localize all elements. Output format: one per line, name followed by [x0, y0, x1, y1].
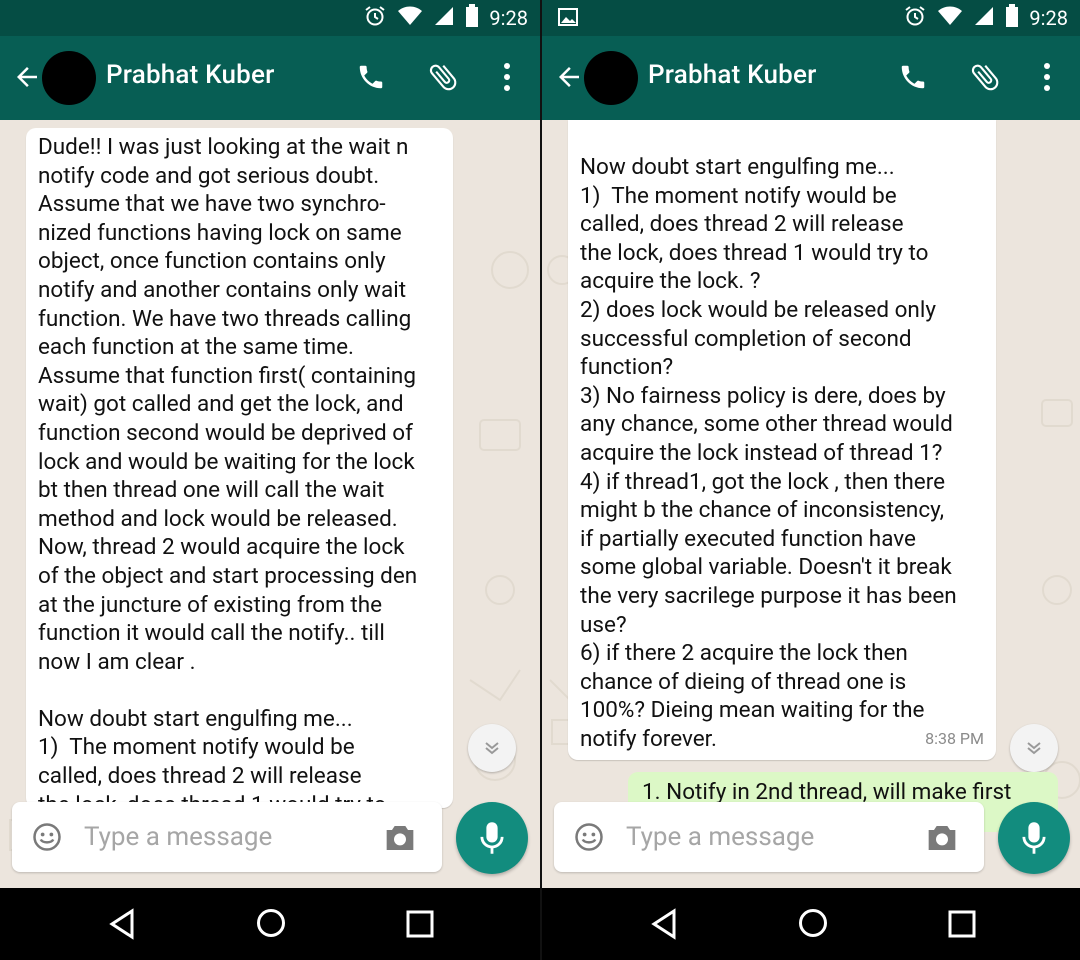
status-time: 9:28: [489, 6, 528, 30]
alarm-icon: [363, 4, 387, 33]
system-nav-bar: [0, 888, 540, 960]
camera-icon[interactable]: [926, 824, 958, 852]
nav-recent-apps-icon[interactable]: [948, 910, 976, 938]
nav-back-icon[interactable]: [108, 908, 136, 940]
avatar[interactable]: [42, 51, 96, 105]
contact-name[interactable]: Prabhat Kuber: [648, 60, 816, 90]
signal-icon: [433, 5, 455, 32]
voice-message-button[interactable]: [456, 802, 528, 874]
signal-icon: [973, 5, 995, 32]
avatar[interactable]: [584, 51, 638, 105]
message-text: Dude!! I was just looking at the wait n …: [38, 134, 418, 818]
chat-header: Prabhat Kuber: [542, 36, 1080, 120]
back-arrow-icon[interactable]: [554, 62, 584, 92]
emoji-icon[interactable]: [574, 822, 604, 852]
nav-home-icon[interactable]: [256, 908, 286, 938]
message-composer: [12, 802, 442, 872]
phone-icon[interactable]: [898, 62, 928, 92]
status-bar: 9:28: [542, 0, 1080, 36]
voice-message-button[interactable]: [998, 802, 1070, 874]
nav-recent-apps-icon[interactable]: [406, 910, 434, 938]
microphone-icon: [480, 822, 504, 854]
message-input[interactable]: [82, 814, 376, 860]
nav-home-icon[interactable]: [798, 908, 828, 938]
contact-name[interactable]: Prabhat Kuber: [106, 60, 274, 90]
more-options-icon[interactable]: [1042, 62, 1052, 92]
wifi-icon: [937, 5, 963, 32]
message-input[interactable]: [624, 814, 918, 860]
scroll-down-button[interactable]: [468, 724, 516, 772]
battery-icon: [465, 3, 479, 33]
double-chevron-down-icon: [1027, 742, 1041, 755]
attach-icon[interactable]: [426, 60, 460, 94]
more-options-icon[interactable]: [502, 62, 512, 92]
left-screen: 9:28 Prabhat Kuber Dude!! I was just loo…: [0, 0, 540, 960]
emoji-icon[interactable]: [32, 822, 62, 852]
chat-header: Prabhat Kuber: [0, 36, 540, 120]
chat-area[interactable]: Dude!! I was just looking at the wait n …: [0, 120, 540, 888]
double-chevron-down-icon: [485, 742, 499, 755]
wifi-icon: [397, 5, 423, 32]
camera-icon[interactable]: [384, 824, 416, 852]
battery-icon: [1005, 3, 1019, 33]
status-time: 9:28: [1029, 6, 1068, 30]
alarm-icon: [903, 4, 927, 33]
back-arrow-icon[interactable]: [12, 62, 42, 92]
message-timestamp: 8:38 PM: [925, 729, 984, 749]
right-screen: 9:28 Prabhat Kuber Now doubt start engul…: [542, 0, 1080, 960]
image-notification-icon: [558, 8, 578, 26]
message-text: Now doubt start engulfing me... 1) The m…: [580, 154, 957, 752]
incoming-message-bubble[interactable]: Dude!! I was just looking at the wait n …: [26, 128, 453, 818]
status-bar: 9:28: [0, 0, 540, 36]
attach-icon[interactable]: [968, 60, 1002, 94]
system-nav-bar: [542, 888, 1080, 960]
phone-icon[interactable]: [356, 62, 386, 92]
message-composer: [554, 802, 984, 872]
incoming-message-bubble[interactable]: Now doubt start engulfing me... 1) The m…: [568, 120, 996, 760]
microphone-icon: [1022, 822, 1046, 854]
scroll-down-button[interactable]: [1010, 724, 1058, 772]
nav-back-icon[interactable]: [650, 908, 678, 940]
chat-area[interactable]: Now doubt start engulfing me... 1) The m…: [542, 120, 1080, 888]
